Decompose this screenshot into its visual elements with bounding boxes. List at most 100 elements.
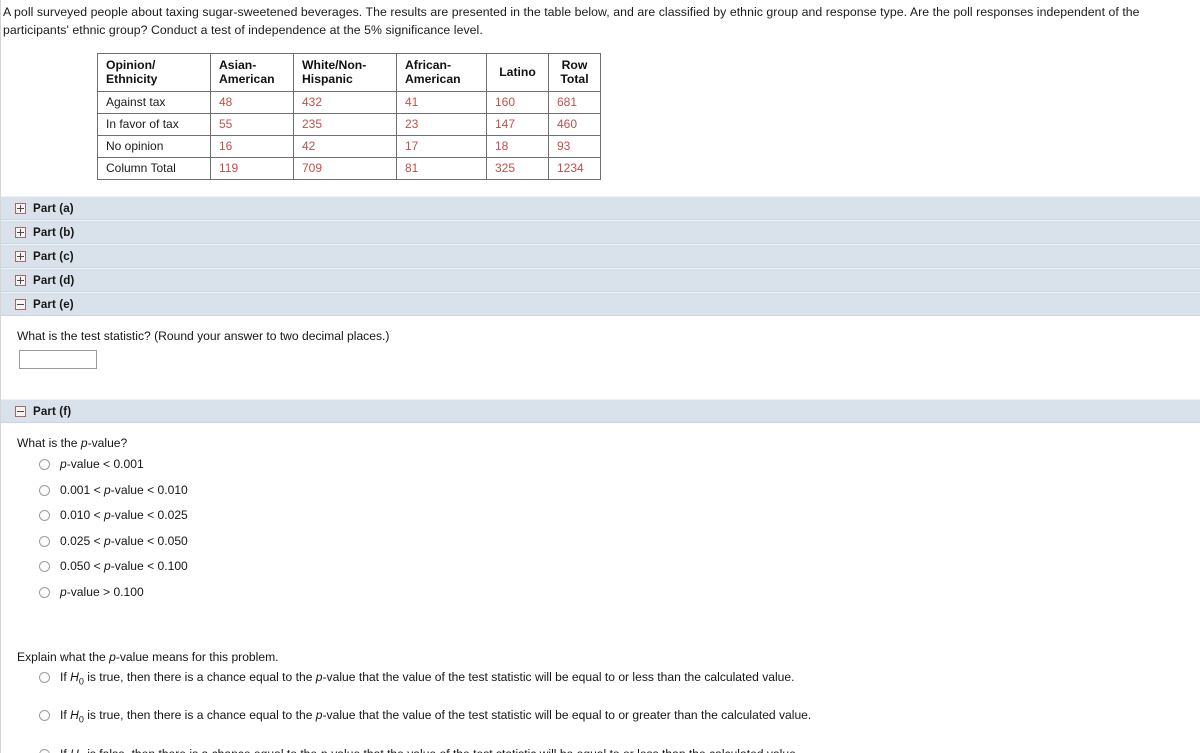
problem-statement: A poll surveyed people about taxing suga… [3, 5, 1140, 37]
cell-in-favor-african-american: 23 [396, 113, 487, 136]
part-body-e: What is the test statistic? (Round your … [1, 316, 1200, 399]
p-symbol: p [80, 436, 88, 450]
part-header-f[interactable]: Part (f) [1, 399, 1200, 423]
part-header-c[interactable]: Part (c) [1, 244, 1200, 268]
radio-pvalue-1[interactable] [39, 484, 50, 496]
question-suffix: -value? [87, 436, 128, 450]
radio-pvalue-4[interactable] [39, 561, 50, 572]
cell-no-opinion-white-non-hispanic: 42 [293, 135, 397, 158]
header-line-1: Row [561, 58, 588, 72]
cell-in-favor-asian-american: 55 [210, 113, 294, 136]
list-item[interactable]: p-value < 0.001 [1, 457, 1200, 471]
header-line-2: American [405, 71, 461, 86]
question-prefix: What is the [17, 436, 81, 450]
radio-explain-1[interactable] [39, 710, 50, 722]
expand-plus-icon[interactable] [15, 226, 26, 238]
cell-against-tax-row-total: 681 [548, 91, 601, 114]
header-line-1: Opinion/ [106, 58, 156, 72]
header-line-1: Asian- [219, 58, 257, 72]
radio-pvalue-3[interactable] [39, 535, 50, 547]
header-line-2: Hispanic [302, 71, 353, 86]
header-line-2: Ethnicity [106, 71, 158, 86]
table-row: Against tax 48 432 41 160 681 [97, 91, 601, 114]
exercise-page: A poll surveyed people about taxing suga… [0, 0, 1200, 753]
radio-explain-0[interactable] [39, 672, 50, 683]
radio-pvalue-0[interactable] [39, 459, 50, 470]
option-label-explain-1: If H0 is true, then there is a chance eq… [60, 708, 812, 725]
question-explain-p-value: Explain what the p-value means for this … [17, 650, 279, 664]
row-label-column-total: Column Total [97, 157, 211, 180]
list-item[interactable]: 0.050 < p-value < 0.100 [1, 559, 1200, 573]
part-label-d: Part (d) [33, 273, 75, 287]
option-label-pvalue-4: 0.050 < p-value < 0.100 [60, 559, 188, 573]
table-header-row: Opinion/ Ethnicity Asian- American White… [97, 53, 601, 92]
cell-column-total-latino: 325 [486, 157, 549, 180]
collapse-minus-icon[interactable] [15, 405, 26, 417]
header-line-1: White/Non- [302, 58, 367, 72]
column-header-white-non-hispanic: White/Non- Hispanic [293, 53, 397, 92]
cell-against-tax-asian-american: 48 [210, 91, 294, 114]
cell-no-opinion-row-total: 93 [548, 135, 601, 158]
option-label-explain-0: If H0 is true, then there is a chance eq… [60, 670, 795, 687]
cell-column-total-grand-total: 1234 [548, 157, 601, 180]
list-item[interactable]: 0.025 < p-value < 0.050 [1, 534, 1200, 548]
cell-against-tax-latino: 160 [486, 91, 549, 114]
cell-column-total-asian-american: 119 [210, 157, 294, 180]
list-item[interactable]: 0.010 < p-value < 0.025 [1, 508, 1200, 522]
option-label-pvalue-1: 0.001 < p-value < 0.010 [60, 482, 188, 497]
cell-against-tax-white-non-hispanic: 432 [293, 91, 397, 114]
column-header-latino: Latino [486, 53, 549, 92]
part-label-f: Part (f) [33, 404, 72, 418]
column-header-asian-american: Asian- American [210, 53, 294, 92]
column-header-african-american: African- American [396, 53, 487, 92]
expand-plus-icon[interactable] [15, 202, 26, 214]
list-item[interactable]: If H0 is true, then there is a chance eq… [1, 708, 1200, 726]
radio-pvalue-2[interactable] [39, 510, 50, 521]
collapse-minus-icon[interactable] [15, 298, 26, 310]
option-label-pvalue-0: p-value < 0.001 [60, 457, 144, 471]
cell-column-total-african-american: 81 [396, 157, 487, 180]
part-body-f: What is the p-value? p-value < 0.001 0.0… [1, 423, 1200, 753]
cell-no-opinion-asian-american: 16 [210, 135, 294, 158]
header-line-1: African- [405, 58, 452, 72]
option-label-pvalue-5: p-value > 0.100 [60, 584, 144, 599]
question-p-value: What is the p-value? [1, 435, 1200, 451]
row-label-no-opinion: No opinion [97, 135, 211, 158]
list-item[interactable]: If H0 is true, then there is a chance eq… [1, 670, 1200, 688]
row-label-in-favor-of-tax: In favor of tax [97, 113, 211, 136]
part-label-c: Part (c) [33, 249, 74, 263]
radio-explain-2[interactable] [39, 748, 50, 753]
list-item[interactable]: If H0 is false, then there is a chance e… [1, 747, 1200, 753]
explain-option-list: If H0 is true, then there is a chance eq… [1, 670, 1200, 753]
row-label-against-tax: Against tax [97, 91, 211, 114]
list-item[interactable]: p-value > 0.100 [1, 585, 1200, 599]
option-label-pvalue-3: 0.025 < p-value < 0.050 [60, 533, 188, 548]
part-header-d[interactable]: Part (d) [1, 268, 1200, 292]
question-test-statistic: What is the test statistic? (Round your … [17, 329, 390, 343]
p-value-option-list: p-value < 0.001 0.001 < p-value < 0.010 … [1, 457, 1200, 599]
table-row: In favor of tax 55 235 23 147 460 [97, 113, 601, 136]
option-label-pvalue-2: 0.010 < p-value < 0.025 [60, 508, 188, 522]
expand-plus-icon[interactable] [15, 274, 26, 286]
test-statistic-input[interactable] [19, 350, 97, 369]
cell-no-opinion-african-american: 17 [396, 135, 487, 158]
part-header-a[interactable]: Part (a) [1, 196, 1200, 220]
radio-pvalue-5[interactable] [39, 586, 50, 598]
cell-in-favor-white-non-hispanic: 235 [293, 113, 397, 136]
part-label-e: Part (e) [33, 297, 74, 311]
list-item[interactable]: 0.001 < p-value < 0.010 [1, 483, 1200, 497]
part-header-b[interactable]: Part (b) [1, 220, 1200, 244]
cell-in-favor-row-total: 460 [548, 113, 601, 136]
column-header-row-total: Row Total [548, 53, 601, 92]
cell-in-favor-latino: 147 [486, 113, 549, 136]
option-label-explain-2: If H0 is false, then there is a chance e… [60, 747, 799, 753]
contingency-table: Opinion/ Ethnicity Asian- American White… [97, 53, 601, 180]
part-label-a: Part (a) [33, 201, 74, 215]
expand-plus-icon[interactable] [15, 250, 26, 262]
part-header-e[interactable]: Part (e) [1, 292, 1200, 316]
table-row: Column Total 119 709 81 325 1234 [97, 157, 601, 180]
table-body: Against tax 48 432 41 160 681 In favor o… [97, 91, 601, 180]
part-label-b: Part (b) [33, 225, 75, 239]
